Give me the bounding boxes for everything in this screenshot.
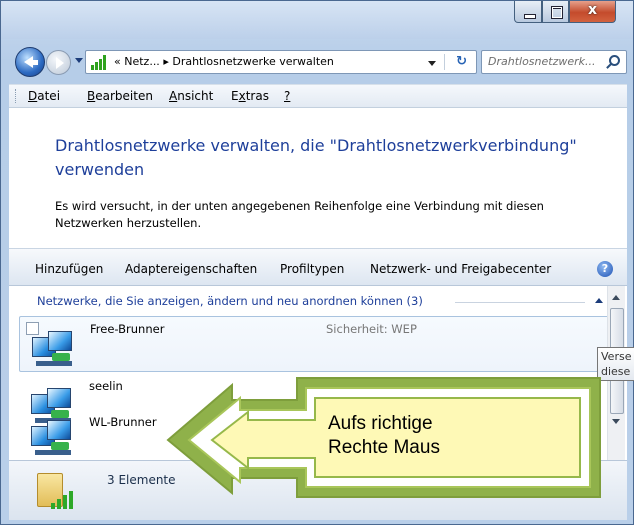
close-button[interactable]: x [569, 1, 616, 23]
network-security: Sicherheit: WEP [325, 379, 416, 393]
menu-bearbeiten[interactable]: Bearbeiten [87, 89, 153, 103]
title-bar[interactable]: x [1, 1, 633, 39]
annotation-label: Aufs richtige Rechte Maus [328, 412, 440, 460]
item-count: 3 Elemente [107, 473, 176, 487]
add-button[interactable]: Hinzufügen [35, 262, 103, 276]
menu-extras[interactable]: Extras [231, 89, 269, 103]
menu-bar: Datei Bearbeiten Ansicht Extras ? [9, 84, 627, 108]
maximize-button[interactable] [542, 1, 569, 23]
command-bar: Hinzufügen Adaptereigenschaften Profilty… [9, 248, 627, 286]
tooltip-line-2: diese [601, 365, 631, 378]
breadcrumb: « Netz... ▸ Drahtlosnetzwerke verwalten [114, 55, 334, 68]
details-pane: 3 Elemente [9, 460, 627, 520]
page-description: Es wird versucht, in der unten angegeben… [55, 199, 544, 230]
breadcrumb-separator-icon[interactable]: ▸ [163, 55, 169, 68]
annotation-line-1: Aufs richtige [328, 413, 433, 434]
recent-pages-dropdown-icon[interactable] [75, 58, 83, 63]
tooltip: Verse diese [597, 347, 634, 381]
navigation-row: « Netz... ▸ Drahtlosnetzwerke verwalten … [15, 47, 627, 77]
menu-ansicht[interactable]: Ansicht [169, 89, 213, 103]
refresh-icon[interactable]: ↻ [456, 54, 467, 69]
list-item[interactable]: WL-Brunner Sicherheit: WPA2-Personal [19, 408, 611, 460]
breadcrumb-current[interactable]: Drahtlosnetzwerke verwalten [172, 55, 334, 68]
search-input[interactable]: Drahtlosnetzwerk... [481, 50, 627, 74]
network-security: Sicherheit: WEP [326, 322, 417, 336]
header-panel: Drahtlosnetzwerke verwalten, die "Drahtl… [9, 108, 627, 248]
group-header[interactable]: Netzwerke, die Sie anzeigen, ändern und … [37, 294, 423, 308]
forward-button[interactable] [46, 50, 71, 75]
collapse-group-icon[interactable] [595, 298, 603, 303]
minimize-button[interactable] [514, 1, 542, 23]
menu-help[interactable]: ? [284, 89, 290, 103]
scroll-up-icon[interactable] [612, 295, 620, 300]
page-title: Drahtlosnetzwerke verwalten, die "Drahtl… [55, 136, 577, 179]
network-center-button[interactable]: Netzwerk- und Freigabecenter [370, 262, 551, 276]
search-icon[interactable] [609, 55, 620, 66]
network-name: seelin [89, 379, 123, 393]
address-bar[interactable]: « Netz... ▸ Drahtlosnetzwerke verwalten … [85, 50, 477, 74]
folder-network-icon [37, 469, 77, 513]
list-item[interactable]: Free-Brunner Sicherheit: WEP [19, 316, 611, 372]
scroll-down-icon[interactable] [612, 419, 620, 424]
breadcrumb-overflow[interactable]: « [114, 55, 121, 68]
address-dropdown-icon[interactable] [428, 61, 436, 66]
network-name: WL-Brunner [89, 415, 157, 429]
explorer-window: x « Netz... ▸ Drahtlosnetzwerke verwalte… [0, 0, 634, 525]
close-icon: x [587, 2, 598, 18]
wireless-network-icon [32, 327, 76, 371]
tooltip-line-1: Verse [601, 350, 632, 363]
breadcrumb-network[interactable]: Netz... [124, 55, 160, 68]
search-placeholder: Drahtlosnetzwerk... [488, 55, 596, 68]
network-signal-icon [91, 55, 107, 70]
back-button[interactable] [15, 47, 45, 77]
menu-datei[interactable]: Datei [28, 89, 60, 103]
network-name: Free-Brunner [90, 322, 165, 336]
annotation-line-2: Rechte Maus [328, 437, 440, 458]
adapter-properties-button[interactable]: Adaptereigenschaften [125, 262, 257, 276]
network-list: Netzwerke, die Sie anzeigen, ändern und … [9, 286, 627, 460]
wireless-network-icon [31, 416, 75, 460]
profile-types-button[interactable]: Profiltypen [280, 262, 344, 276]
help-icon[interactable]: ? [597, 261, 613, 277]
